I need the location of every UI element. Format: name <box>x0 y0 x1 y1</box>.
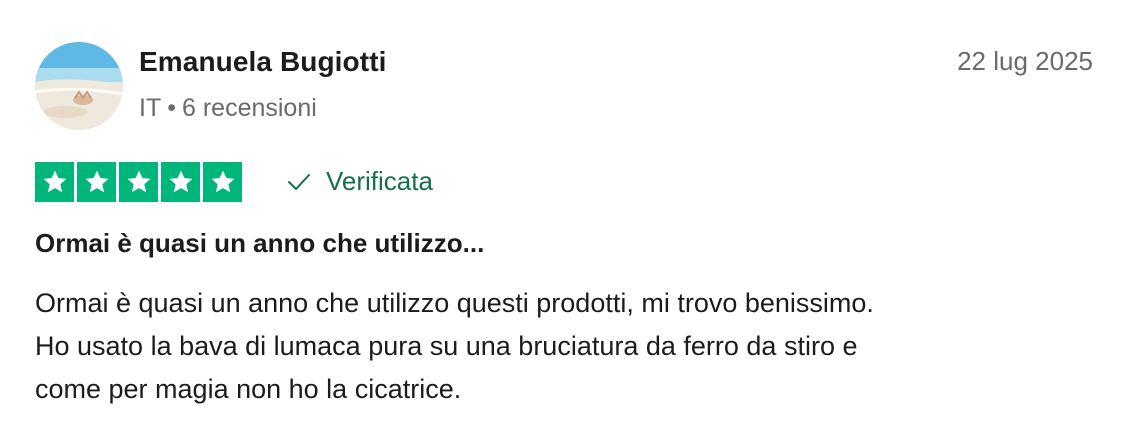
review-body: Ormai è quasi un anno che utilizzo quest… <box>35 282 1095 411</box>
star-rating <box>35 162 242 202</box>
reviewer-country: IT <box>139 94 162 122</box>
star-icon <box>161 162 200 202</box>
review-title[interactable]: Ormai è quasi un anno che utilizzo... <box>35 228 484 259</box>
star-icon <box>77 162 116 202</box>
star-icon <box>119 162 158 202</box>
review-body-line: Ormai è quasi un anno che utilizzo quest… <box>35 288 874 318</box>
avatar[interactable] <box>35 42 123 130</box>
reviewer-name[interactable]: Emanuela Bugiotti <box>139 46 387 78</box>
review-card: Emanuela Bugiotti IT • 6 recensioni 22 lug… <box>0 0 1124 440</box>
verified-label: Verificata <box>326 166 433 196</box>
check-icon <box>286 172 312 192</box>
reviewer-meta: IT • 6 recensioni <box>139 94 317 123</box>
star-icon <box>35 162 74 202</box>
review-body-line: come per magia non ho la cicatrice. <box>35 374 462 404</box>
avatar-image <box>35 42 123 130</box>
verified-badge[interactable]: Verificata <box>286 166 433 197</box>
reviewer-review-count: 6 recensioni <box>181 94 317 122</box>
review-body-line: Ho usato la bava di lumaca pura su una b… <box>35 331 858 361</box>
meta-separator: • <box>167 94 176 122</box>
star-icon <box>203 162 242 202</box>
review-date: 22 lug 2025 <box>957 46 1093 76</box>
